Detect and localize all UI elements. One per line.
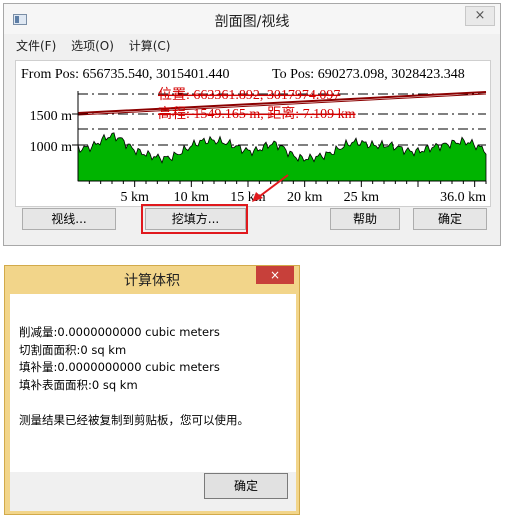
x-tick-label: 10 km (174, 190, 210, 205)
volume-dialog: 计算体积 × 削减量:0.0000000000 cubic meters 切割面… (4, 265, 300, 515)
cursor-position-text: 位置: 663361.892, 3017974.097 (158, 87, 340, 103)
menu-calculate[interactable]: 计算(C) (129, 35, 171, 57)
highlight-box (141, 204, 248, 234)
y-tick-label-1500: 1500 m (30, 109, 73, 124)
fill-volume-text: 填补量:0.0000000000 cubic meters (19, 360, 220, 374)
menu-bar: 文件(F) 选项(O) 计算(C) (4, 35, 500, 57)
profile-window: 剖面图/视线 × 文件(F) 选项(O) 计算(C) From Pos: 656… (3, 3, 501, 246)
window-title: 剖面图/视线 (214, 14, 290, 30)
to-position-text: To Pos: 690273.098, 3028423.348 (272, 67, 465, 82)
clipboard-notice-text: 测量结果已经被复制到剪贴板，您可以使用。 (19, 413, 249, 427)
menu-options[interactable]: 选项(O) (71, 35, 114, 57)
dialog-close-button[interactable]: × (256, 266, 294, 284)
y-tick-label-1000: 1000 m (30, 140, 73, 155)
cut-area-text: 切割面面积:0 sq km (19, 342, 127, 357)
cursor-elevation-text: 高程: 1549.165 m, 距离: 7.109 km (158, 105, 356, 122)
dialog-message-area: 削减量:0.0000000000 cubic meters 切割面面积:0 sq… (10, 294, 296, 472)
x-tick-label: 5 km (120, 190, 149, 205)
terrain-profile-fill (77, 132, 487, 182)
x-tick-label: 20 km (287, 190, 323, 205)
dialog-title[interactable]: 计算体积 (5, 270, 299, 290)
help-button[interactable]: 帮助 (330, 208, 400, 230)
sight-line-button[interactable]: 视线... (22, 208, 116, 230)
elevation-profile-chart: From Pos: 656735.540, 3015401.440 To Pos… (21, 67, 487, 205)
cut-volume-text: 削减量:0.0000000000 cubic meters (19, 325, 220, 339)
elevation-profile-panel[interactable]: From Pos: 656735.540, 3015401.440 To Pos… (15, 60, 491, 207)
menu-file[interactable]: 文件(F) (16, 35, 56, 57)
x-tick-label: 25 km (344, 190, 380, 205)
from-position-text: From Pos: 656735.540, 3015401.440 (21, 67, 229, 82)
x-tick-label: 36.0 km (440, 190, 486, 205)
fill-area-text: 填补表面面积:0 sq km (19, 377, 138, 392)
dialog-footer: 确定 (10, 472, 296, 511)
dialog-ok-button[interactable]: 确定 (204, 473, 288, 499)
ok-button[interactable]: 确定 (413, 208, 487, 230)
close-button[interactable]: × (465, 6, 495, 26)
title-bar[interactable]: 剖面图/视线 × (4, 4, 500, 34)
